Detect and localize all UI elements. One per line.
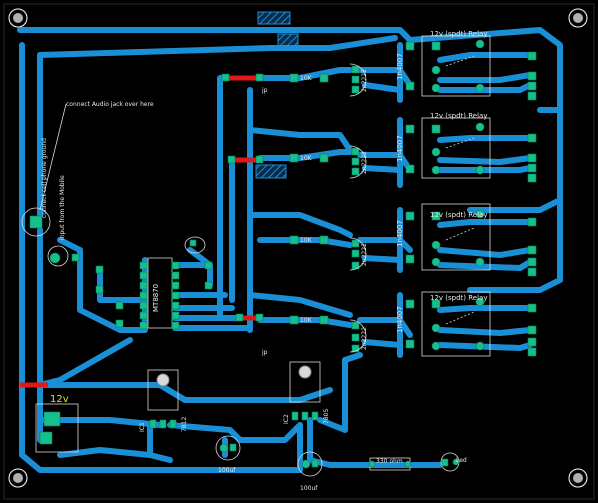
diode-4-label: 1n4007 — [396, 306, 404, 333]
relay-2-label: 12v (spdt) Relay — [430, 112, 487, 120]
diode-3-label: 1n4007 — [396, 220, 404, 247]
ground-note: connect cell phone ground — [41, 138, 48, 218]
transistor-2-label: 2n2222 — [361, 151, 368, 174]
reg-2-part: 7805 — [323, 409, 330, 424]
pcb-layout: 12v (spdt) Relay 12v (spdt) Relay 12v (s… — [3, 3, 595, 500]
reg-2-label: IC2 — [283, 414, 290, 424]
transistor-3-label: 2n2222 — [361, 243, 368, 266]
jumpers — [20, 75, 262, 388]
input-note: input from the Mobile — [59, 175, 66, 240]
copper-area-top — [257, 11, 291, 25]
copper-area-top-2 — [277, 33, 299, 47]
relay-3-label: 12v (spdt) Relay — [430, 211, 487, 219]
cap-1-label: 100uf — [218, 467, 236, 474]
relay-1-label: 12v (spdt) Relay — [430, 30, 487, 38]
resistor-2-label: 10K — [300, 155, 313, 162]
resistor-3-label: 10K — [300, 237, 313, 244]
led-label: Led — [456, 457, 467, 464]
diode-2-label: 1n4007 — [396, 135, 404, 162]
jp-2-label: jp — [261, 349, 268, 356]
resistor-4-label: 10K — [300, 317, 313, 324]
audio-jack-note: connect Audio jack over here — [66, 101, 154, 108]
reg-1-label: IC1 — [139, 422, 146, 432]
driver-components — [221, 63, 367, 353]
transistor-4-label: 2n2222 — [361, 327, 368, 350]
diode-1-label: 1n4007 — [396, 53, 404, 80]
copper-area-mid — [255, 164, 287, 179]
resistor-1-label: 10K — [300, 75, 313, 82]
ic-label: MT8870 — [152, 284, 160, 312]
jp-1-label: jp — [261, 87, 268, 94]
power-label: 12v — [50, 394, 69, 405]
transistor-1-label: 2n2222 — [361, 69, 368, 92]
cap-2-label: 100uf — [300, 485, 318, 492]
relay-4-label: 12v (spdt) Relay — [430, 294, 487, 302]
reg-1-part: 7812 — [181, 417, 188, 432]
led-resistor-label: 330 ohm — [376, 458, 403, 465]
